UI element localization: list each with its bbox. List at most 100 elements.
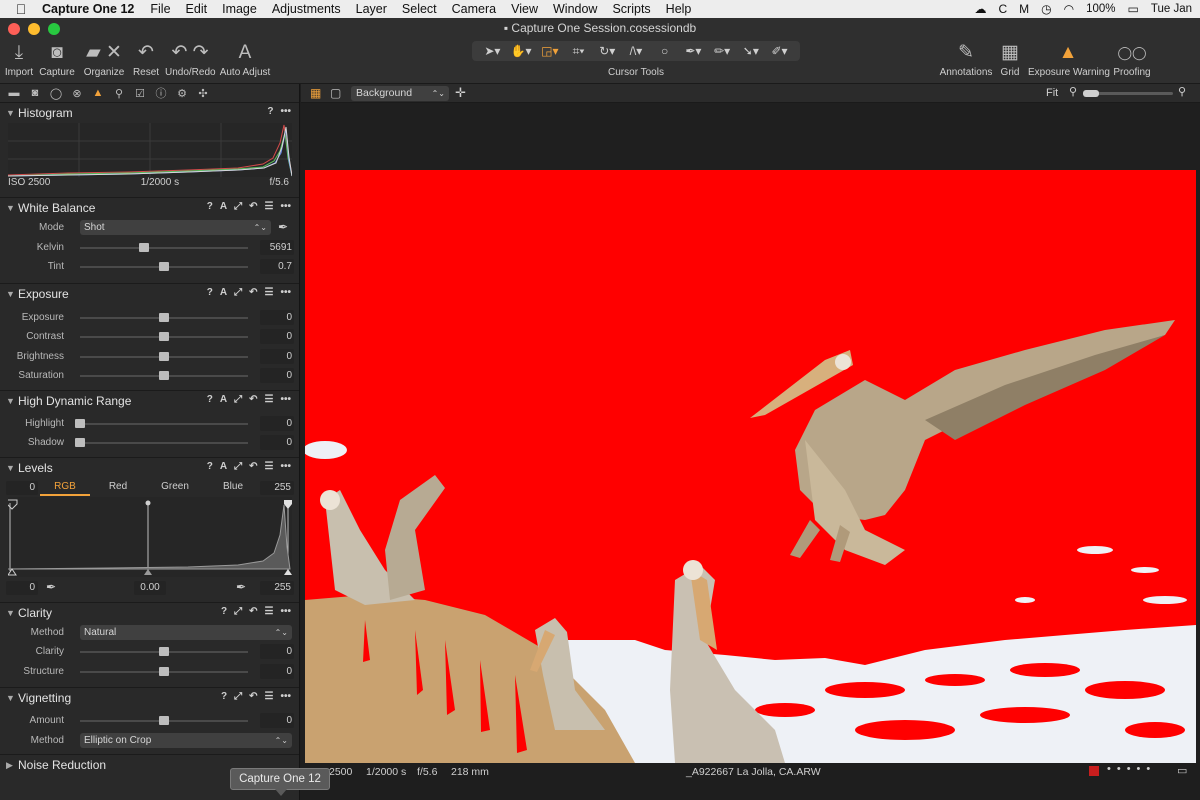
copy-apply-icon[interactable]: ⤢ [234, 461, 242, 472]
capture-tab-icon[interactable]: ◙ [27, 87, 43, 99]
zoom-slider[interactable] [1083, 90, 1173, 97]
collapse-chevron-icon[interactable]: ▼ [6, 203, 18, 213]
levels-graph[interactable] [6, 496, 292, 577]
proofing-button[interactable]: ◯◯ Proofing [1112, 40, 1152, 78]
presets-icon[interactable]: ☰ [265, 287, 274, 298]
more-options-icon[interactable]: ••• [280, 394, 291, 405]
clarity-method-select[interactable]: Natural ⌃⌄ [80, 624, 292, 640]
kelvin-slider-handle[interactable] [138, 242, 149, 252]
brightness-slider[interactable] [80, 351, 248, 361]
reset-tool-icon[interactable]: ↶ [249, 394, 257, 405]
white-point-picker-icon[interactable]: ✒ [236, 580, 246, 594]
menu-select[interactable]: Select [402, 2, 437, 16]
exposure-slider-handle[interactable] [159, 312, 169, 322]
collapse-chevron-icon[interactable]: ▼ [6, 608, 18, 618]
single-view-icon[interactable]: ▢ [330, 86, 341, 100]
eraser-icon[interactable]: ✐▾ [767, 44, 793, 58]
adjustments-tab-icon[interactable]: ☑ [132, 87, 148, 100]
auto-icon[interactable]: A [220, 394, 227, 405]
shadow-slider-handle[interactable] [75, 438, 85, 447]
zoom-slider-handle[interactable] [1083, 90, 1099, 97]
shadow-value[interactable]: 0 [260, 435, 294, 450]
levels-input-high[interactable]: 255 [260, 480, 294, 495]
details-tab-icon[interactable]: ⚲ [111, 87, 127, 100]
help-icon[interactable]: ? [221, 606, 227, 617]
contrast-value[interactable]: 0 [260, 329, 294, 344]
clarity-slider[interactable] [80, 647, 248, 656]
collapse-chevron-icon[interactable]: ▼ [6, 289, 18, 299]
auto-icon[interactable]: A [220, 201, 227, 212]
menu-camera[interactable]: Camera [452, 2, 496, 16]
copy-apply-icon[interactable]: ⤢ [234, 606, 242, 617]
wifi-icon[interactable]: ◠ [1064, 2, 1074, 16]
more-options-icon[interactable]: ••• [280, 461, 291, 472]
hdr-header[interactable]: ▼ High Dynamic Range ? A ⤢ ↶ ☰ ••• [0, 391, 299, 411]
menu-window[interactable]: Window [553, 2, 597, 16]
menubar-clock[interactable]: Tue Jan [1151, 3, 1192, 15]
organize-button[interactable]: ▰ ✕ Organize [83, 40, 125, 78]
structure-slider-handle[interactable] [159, 666, 169, 676]
menu-view[interactable]: View [511, 2, 538, 16]
color-tab-icon[interactable]: ⊗ [69, 87, 85, 100]
black-point-picker-icon[interactable]: ✒ [46, 580, 56, 594]
auto-adjust-button[interactable]: A Auto Adjust [219, 40, 271, 78]
tint-slider-handle[interactable] [159, 262, 169, 271]
more-options-icon[interactable]: ▭ [1177, 764, 1187, 777]
structure-slider[interactable] [80, 666, 248, 676]
reset-tool-icon[interactable]: ↶ [249, 201, 257, 212]
collapse-chevron-icon[interactable]: ▼ [6, 108, 18, 118]
copy-apply-icon[interactable]: ⤢ [234, 201, 242, 212]
capture-button[interactable]: ◙ Capture [38, 40, 76, 78]
presets-icon[interactable]: ☰ [265, 606, 274, 617]
presets-icon[interactable]: ☰ [265, 201, 274, 212]
crop-icon[interactable]: ⌗▾ [566, 44, 592, 59]
more-options-icon[interactable]: ••• [280, 287, 291, 298]
kelvin-value[interactable]: 5691 [260, 239, 294, 255]
multi-view-icon[interactable]: ▦ [310, 86, 321, 100]
brightness-slider-handle[interactable] [159, 351, 169, 361]
structure-value[interactable]: 0 [260, 663, 294, 679]
battery-icon[interactable]: ▭ [1128, 2, 1139, 16]
keystone-icon[interactable]: /\▾ [623, 44, 649, 58]
menu-file[interactable]: File [150, 2, 170, 16]
menu-help[interactable]: Help [666, 2, 692, 16]
select-cursor-icon[interactable]: ➤▾ [479, 44, 505, 58]
help-icon[interactable]: ? [207, 287, 213, 298]
time-machine-icon[interactable]: ◷ [1041, 2, 1051, 16]
highlight-slider[interactable] [75, 418, 248, 428]
auto-icon[interactable]: A [220, 461, 227, 472]
contrast-slider[interactable] [80, 332, 248, 341]
color-picker-icon[interactable]: ✒▾ [680, 44, 706, 58]
reset-button[interactable]: ↶ Reset [132, 40, 160, 78]
vignetting-amount-value[interactable]: 0 [260, 713, 294, 728]
reset-tool-icon[interactable]: ↶ [249, 461, 257, 472]
shadow-slider[interactable] [75, 438, 248, 447]
vignetting-amount-handle[interactable] [159, 716, 169, 725]
exposure-warning-button[interactable]: ▲ Exposure Warning [1028, 40, 1110, 78]
auto-icon[interactable]: A [220, 287, 227, 298]
exposure-slider[interactable] [80, 312, 248, 322]
menu-layer[interactable]: Layer [356, 2, 387, 16]
output-tab-icon[interactable]: ⚙ [174, 87, 190, 100]
zoom-in-icon[interactable]: ⚲ [1178, 85, 1186, 98]
more-options-icon[interactable]: ••• [280, 201, 291, 212]
gradient-icon[interactable]: ➘▾ [738, 44, 764, 58]
highlight-value[interactable]: 0 [260, 415, 294, 431]
zoom-out-icon[interactable]: ⚲ [1069, 85, 1077, 98]
loupe-icon[interactable]: ◲▾ [537, 44, 563, 58]
clarity-slider-handle[interactable] [159, 647, 169, 656]
levels-output-high[interactable]: 255 [260, 580, 294, 595]
saturation-slider[interactable] [80, 371, 248, 380]
vignetting-header[interactable]: ▼ Vignetting ? ⤢ ↶ ☰ ••• [0, 688, 299, 708]
presets-icon[interactable]: ☰ [265, 691, 274, 702]
app-menu[interactable]: Capture One 12 [42, 2, 134, 16]
help-icon[interactable]: ? [207, 201, 213, 212]
levels-input-low[interactable]: 0 [6, 480, 38, 495]
tint-slider[interactable] [80, 262, 248, 271]
collapse-chevron-icon[interactable]: ▼ [6, 693, 18, 703]
highlight-slider-handle[interactable] [75, 418, 85, 428]
histogram-header[interactable]: ▼ Histogram ? ••• [0, 103, 299, 123]
m-app-icon[interactable]: M [1019, 2, 1029, 16]
creative-cloud-icon[interactable]: ☁ [974, 2, 986, 16]
white-balance-header[interactable]: ▼ White Balance ? A ⤢ ↶ ☰ ••• [0, 198, 299, 218]
